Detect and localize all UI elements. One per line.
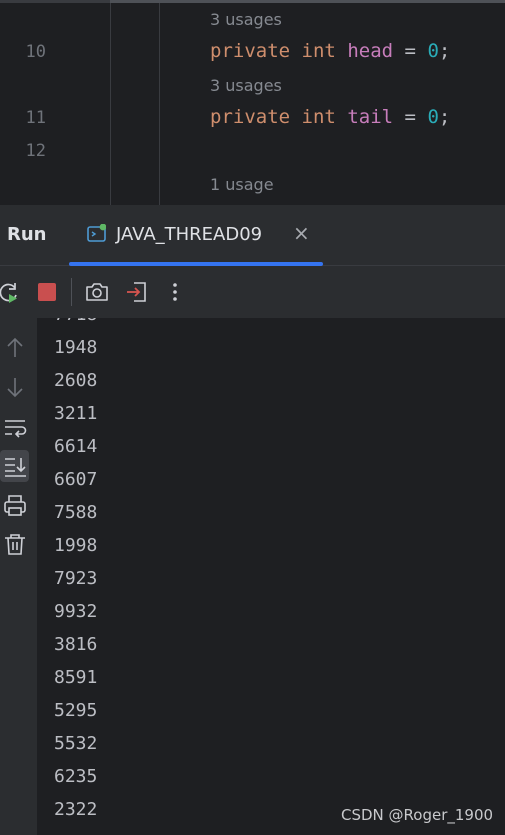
toolbar-separator (71, 278, 72, 306)
number-literal: 0 (427, 106, 439, 128)
operator: = (404, 40, 416, 62)
console-line: 1998 (54, 535, 98, 556)
keyword: private (210, 40, 291, 62)
code-line-tail[interactable]: private int tail = 0; (210, 106, 450, 128)
console-line: 7923 (54, 568, 98, 589)
run-label: Run (7, 224, 47, 245)
code-line-head[interactable]: private int head = 0; (210, 40, 450, 62)
scroll-to-end-icon[interactable] (2, 453, 28, 479)
run-config-icon (87, 224, 106, 242)
watermark: CSDN @Roger_1900 (341, 806, 494, 824)
type: int (301, 106, 336, 128)
usage-hint[interactable]: 3 usages (210, 76, 282, 95)
exit-icon[interactable] (124, 279, 150, 305)
close-icon[interactable]: × (293, 221, 310, 245)
usage-hint[interactable]: 1 usage (210, 175, 274, 194)
stop-icon[interactable] (34, 279, 60, 305)
tab-java-thread09[interactable]: JAVA_THREAD09 × (69, 205, 323, 265)
arrow-up-icon[interactable] (2, 335, 28, 361)
field-name: head (347, 40, 394, 62)
run-toolbar (0, 266, 505, 318)
gutter-divider (110, 3, 111, 205)
console-line: 3211 (54, 403, 98, 424)
arrow-down-icon[interactable] (2, 374, 28, 400)
console-line: 7718 (54, 318, 97, 325)
tab-title: JAVA_THREAD09 (116, 224, 263, 245)
semicolon: ; (438, 40, 451, 62)
line-number: 12 (25, 141, 46, 161)
console-output[interactable]: 7718 1948 2608 3211 6614 6607 7588 1998 … (37, 318, 505, 835)
console-line: 9932 (54, 601, 98, 622)
console-line: 6607 (54, 469, 98, 490)
type: int (301, 40, 336, 62)
operator: = (404, 106, 416, 128)
run-tool-window-header: Run JAVA_THREAD09 × (0, 205, 505, 266)
print-icon[interactable] (2, 493, 28, 519)
console-line: 8591 (54, 667, 98, 688)
editor-scroll-indicator (110, 0, 505, 3)
console-line: 1948 (54, 337, 98, 358)
console-line: 6614 (54, 436, 98, 457)
console-line: 2608 (54, 370, 98, 391)
semicolon: ; (438, 106, 451, 128)
rerun-icon[interactable] (0, 279, 22, 305)
camera-icon[interactable] (84, 279, 110, 305)
soft-wrap-icon[interactable] (2, 415, 28, 441)
more-vertical-icon[interactable] (162, 279, 188, 305)
console-line: 5295 (54, 700, 98, 721)
code-editor[interactable]: 3 usages 10 private int head = 0; 3 usag… (0, 0, 505, 205)
console-line: 7588 (54, 502, 98, 523)
console-line: 2322 (54, 799, 98, 820)
line-number: 11 (25, 108, 46, 128)
keyword: private (210, 106, 291, 128)
usage-hint[interactable]: 3 usages (210, 10, 282, 29)
trash-icon[interactable] (2, 531, 28, 557)
number-literal: 0 (427, 40, 439, 62)
console-sidebar (0, 318, 37, 835)
console-line: 5532 (54, 733, 98, 754)
fold-divider (159, 3, 160, 205)
field-name: tail (347, 106, 394, 128)
console-line: 6235 (54, 766, 98, 787)
line-number: 10 (25, 42, 46, 62)
console-line: 3816 (54, 634, 98, 655)
